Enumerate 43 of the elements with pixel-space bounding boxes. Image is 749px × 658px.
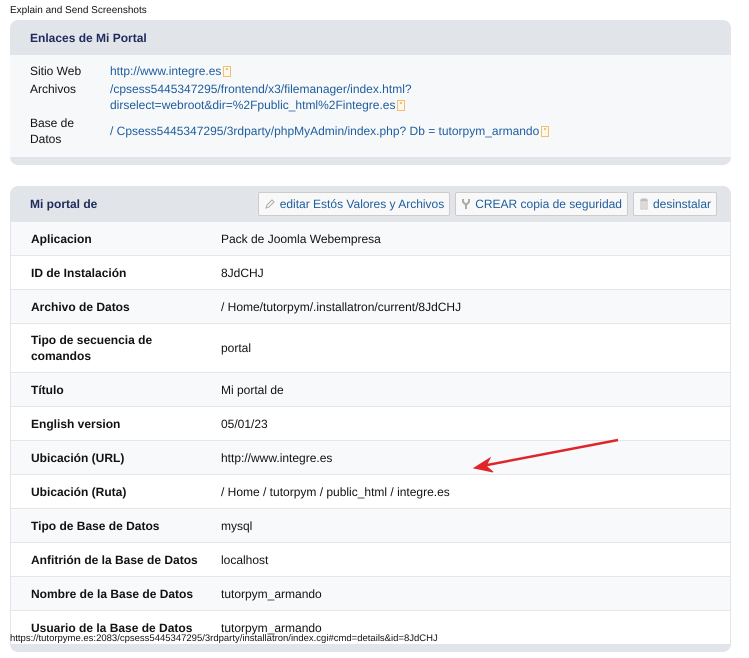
url-link[interactable]: / Cpsess5445347295/3rdparty/phpMyAdmin/index.php? Db = tutorpym_armando — [110, 123, 540, 139]
field-value: tutorpym_armando — [221, 620, 322, 634]
field-value: / Home/tutorpym/.installatron/current/8JdCHJ — [221, 300, 462, 314]
field-label: Archivo de Datos — [31, 298, 131, 316]
external-link-icon[interactable] — [223, 66, 232, 76]
panel-title: Enlaces de Mi Portal — [30, 30, 147, 44]
status-url: https://tutorpyme.es:2083/cpsess5445347295/3rdparty/installatron/index.cgi#cmd=details&id=8JdCHJ — [10, 633, 438, 644]
trash-icon — [638, 198, 649, 210]
field-label: Ubicación (URL) — [31, 450, 126, 466]
field-label: Ubicación (Ruta) — [31, 484, 128, 500]
panel-title: Mi portal de — [30, 196, 98, 210]
link-label: Sitio Web — [30, 63, 82, 79]
field-value: / Home / tutorpym / public_html / integre.es — [221, 484, 450, 498]
field-value: http://www.integre.es — [221, 450, 332, 464]
field-value: 05/01/23 — [221, 416, 268, 430]
field-label: English version — [31, 416, 122, 432]
external-link-icon[interactable] — [541, 126, 550, 136]
field-label: Aplicacion — [31, 230, 93, 248]
field-value: 8JdCHJ — [221, 266, 264, 280]
external-link-icon[interactable] — [397, 100, 406, 110]
link-label: Archivos — [30, 81, 78, 98]
field-value: mysql — [221, 518, 252, 532]
field-label: Tipo de secuencia de comandos — [31, 332, 154, 365]
field-label: Nombre de la Base de Datos — [31, 586, 194, 602]
url-link[interactable]: dirselect=webroot&dir=%2Fpublic_html%2Fintegre.es — [110, 97, 396, 113]
field-label: ID de Instalación — [31, 264, 128, 282]
field-value: localhost — [221, 552, 268, 566]
edit-button[interactable]: editar Estós Valores y Archivos — [258, 192, 450, 216]
field-label: Tipo de Base de Datos — [31, 518, 160, 534]
link-label: Base de Datos — [30, 115, 76, 147]
field-label: Anfitrión de la Base de Datos — [31, 552, 199, 568]
backup-button[interactable]: CREAR copia de seguridad — [455, 192, 628, 216]
fork-icon — [461, 198, 472, 210]
pencil-icon — [264, 198, 276, 210]
field-value: tutorpym_armando — [221, 586, 322, 600]
field-value: Pack de Joomla Webempresa — [221, 232, 381, 246]
page-title: Explain and Send Screenshots — [9, 4, 148, 18]
url-link[interactable]: /cpsess5445347295/frontend/x3/filemanager/index.html? — [110, 81, 412, 97]
field-label: Título — [31, 382, 65, 398]
uninstall-button[interactable]: desinstalar — [632, 192, 717, 216]
field-value: portal — [221, 341, 252, 355]
field-value: Mi portal de — [221, 382, 284, 396]
url-link[interactable]: http://www.integre.es — [110, 63, 222, 79]
